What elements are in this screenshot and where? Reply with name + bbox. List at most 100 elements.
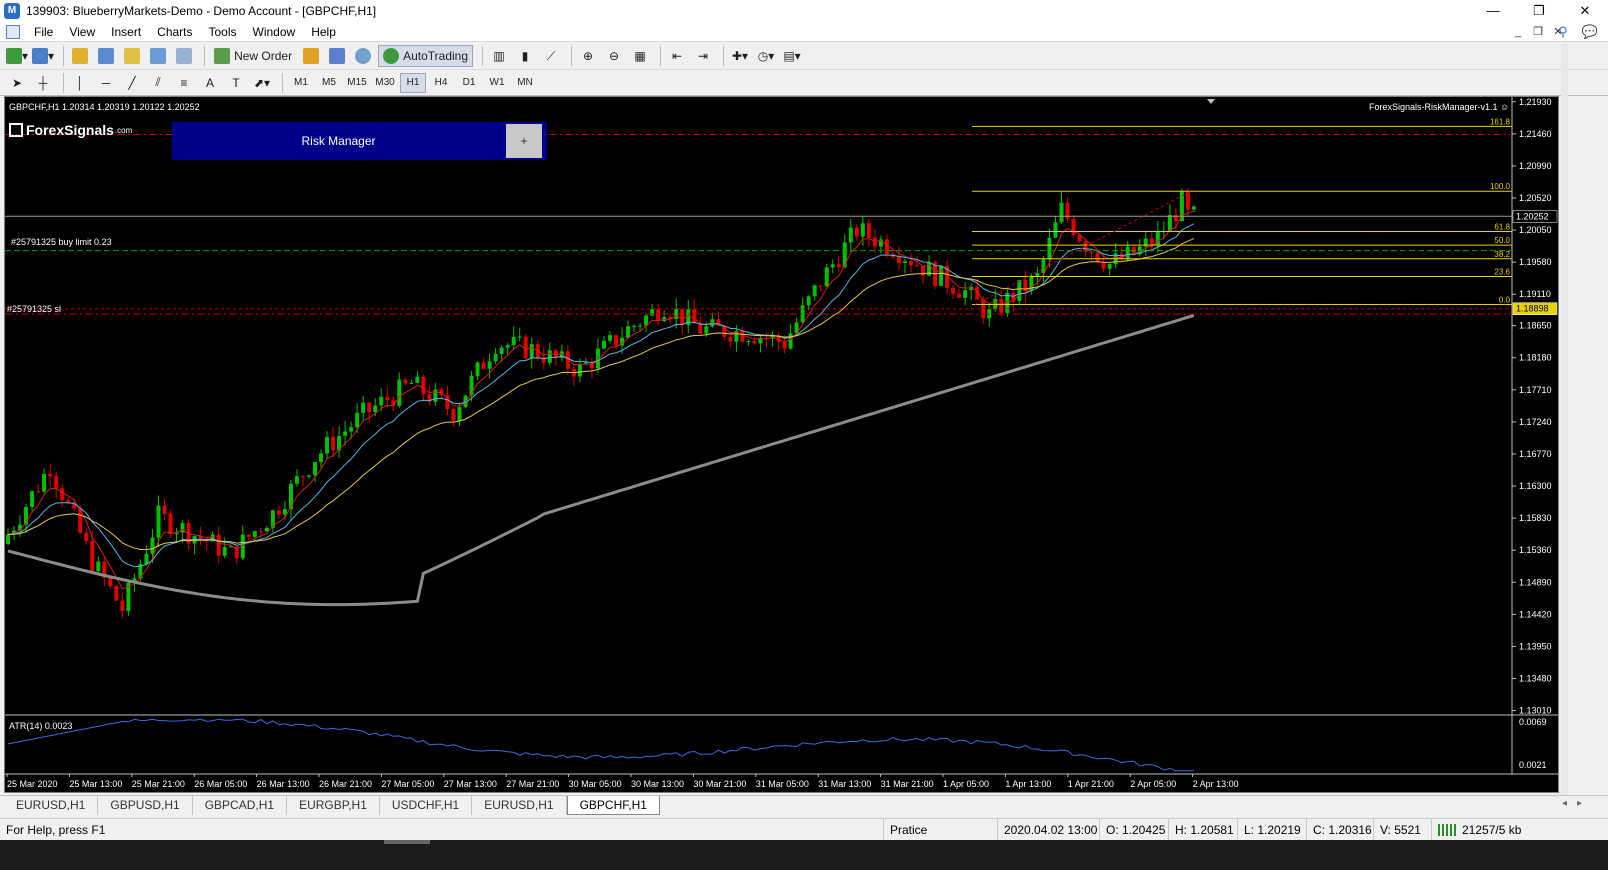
candle-body: [451, 409, 456, 421]
time-tick-label: 30 Mar 05:00: [569, 779, 622, 789]
signals-icon[interactable]: [352, 45, 374, 67]
equidistant-channel-icon[interactable]: ⫽: [147, 72, 169, 94]
text-icon[interactable]: A: [199, 72, 221, 94]
menu-view[interactable]: View: [61, 25, 103, 39]
candle-body: [1107, 263, 1112, 269]
tab-eurusd-h1[interactable]: EURUSD,H1: [4, 796, 99, 815]
templates-button[interactable]: ▤▾: [781, 45, 803, 67]
metaeditor-icon[interactable]: [300, 45, 322, 67]
time-tick-label: 30 Mar 21:00: [693, 779, 746, 789]
menu-charts[interactable]: Charts: [149, 25, 200, 39]
profiles-button[interactable]: ▾: [32, 45, 54, 67]
text-label-icon[interactable]: T: [225, 72, 247, 94]
chart-canvas[interactable]: 1.21930 1.21460 1.20990 1.20520 1.20050 1.195…: [5, 97, 1560, 794]
candle-body: [692, 309, 697, 324]
tab-eurgbp-h1[interactable]: EURGBP,H1: [287, 796, 380, 815]
timeframe-h4[interactable]: H4: [428, 73, 454, 93]
line-chart-icon[interactable]: ⟋: [540, 45, 562, 67]
strategy-tester-icon[interactable]: [173, 45, 195, 67]
mdi-restore-button[interactable]: ❐: [1528, 22, 1548, 42]
navigator-icon[interactable]: [121, 45, 143, 67]
indicators-button[interactable]: ✚▾: [729, 45, 751, 67]
mdi-minimize-button[interactable]: _: [1508, 22, 1528, 42]
new-order-button[interactable]: New Order: [210, 45, 296, 67]
candle-body: [638, 325, 643, 327]
timeframe-m1[interactable]: M1: [288, 73, 314, 93]
time-tick-label: 26 Mar 13:00: [257, 779, 310, 789]
menu-window[interactable]: Window: [245, 25, 304, 39]
tab-gbpchf-h1[interactable]: GBPCHF,H1: [566, 796, 660, 815]
candle-body: [788, 333, 793, 349]
candle-body: [108, 577, 113, 587]
chart-window[interactable]: 1.21930 1.21460 1.20990 1.20520 1.20050 1.195…: [4, 96, 1560, 794]
experts-icon[interactable]: [326, 45, 348, 67]
new-chart-button[interactable]: ▾: [6, 45, 28, 67]
candle-body: [313, 462, 318, 476]
menu-file[interactable]: File: [26, 25, 61, 39]
candle-body: [379, 396, 384, 406]
zoom-out-icon[interactable]: ⊖: [603, 45, 625, 67]
zoom-in-icon[interactable]: ⊕: [577, 45, 599, 67]
horizontal-line-icon[interactable]: ─: [95, 72, 117, 94]
chart-shift-icon[interactable]: ⇥: [692, 45, 714, 67]
candle-body: [487, 361, 492, 369]
candle-body: [258, 531, 263, 533]
chat-icon[interactable]: 💬: [1582, 24, 1598, 40]
fib-level-label: 61.8: [1494, 222, 1510, 231]
chart-header: GBPCHF,H1 1.20314 1.20319 1.20122 1.2025…: [9, 102, 200, 112]
price-tick-label: 1.14890: [1519, 577, 1552, 587]
terminal-icon[interactable]: [147, 45, 169, 67]
menu-help[interactable]: Help: [303, 25, 344, 39]
search-icon[interactable]: ⚲: [1558, 24, 1568, 40]
cursor-icon[interactable]: ➤: [6, 72, 28, 94]
timeframe-m15[interactable]: M15: [344, 73, 370, 93]
buy-limit-order-label[interactable]: #25791325 buy limit 0.23: [11, 237, 112, 247]
price-tick-label: 1.13950: [1519, 641, 1552, 651]
taskbar-scroll-thumb[interactable]: [384, 840, 430, 844]
stop-loss-label[interactable]: #25791325 sl: [7, 304, 61, 314]
tab-scroll-arrows[interactable]: ◂▸: [1562, 798, 1592, 809]
maximize-button[interactable]: ❐: [1516, 0, 1562, 22]
candle-body: [282, 509, 287, 515]
candle-body: [1089, 251, 1094, 253]
tab-eurusd-h1-2[interactable]: EURUSD,H1: [472, 796, 567, 815]
close-button[interactable]: ✕: [1562, 0, 1608, 22]
menu-tools[interactable]: Tools: [201, 25, 245, 39]
periods-button[interactable]: ◷▾: [755, 45, 777, 67]
vertical-line-icon[interactable]: │: [69, 72, 91, 94]
crosshair-icon[interactable]: ┼: [32, 72, 54, 94]
chart-document-icon[interactable]: [6, 24, 20, 39]
candle-body: [698, 323, 703, 334]
timeframe-m30[interactable]: M30: [372, 73, 398, 93]
tab-gbpcad-h1[interactable]: GBPCAD,H1: [193, 796, 288, 815]
candlestick-icon[interactable]: ▮: [514, 45, 536, 67]
risk-manager-expand-button[interactable]: +: [506, 124, 542, 158]
timeframe-m5[interactable]: M5: [316, 73, 342, 93]
timeframe-w1[interactable]: W1: [484, 73, 510, 93]
auto-scroll-icon[interactable]: ⇤: [666, 45, 688, 67]
timeframe-h1[interactable]: H1: [400, 72, 426, 93]
menu-insert[interactable]: Insert: [103, 25, 149, 39]
minimize-button[interactable]: —: [1470, 0, 1516, 22]
tab-gbpusd-h1[interactable]: GBPUSD,H1: [98, 796, 193, 815]
time-tick-label: 27 Mar 13:00: [444, 779, 497, 789]
timeframe-mn[interactable]: MN: [512, 73, 538, 93]
trendline-icon[interactable]: ╱: [121, 72, 143, 94]
candle-body: [319, 453, 324, 463]
fibonacci-icon[interactable]: ≡: [173, 72, 195, 94]
tab-usdchf-h1[interactable]: USDCHF,H1: [380, 796, 473, 815]
bar-chart-icon[interactable]: ▥: [488, 45, 510, 67]
candle-body: [361, 402, 366, 413]
arrows-icon[interactable]: ⬈▾: [251, 72, 273, 94]
status-high: H: 1.20581: [1169, 818, 1238, 841]
risk-manager-button[interactable]: Risk Manager: [172, 122, 505, 160]
timeframe-d1[interactable]: D1: [456, 73, 482, 93]
autotrading-button[interactable]: AutoTrading: [378, 45, 474, 67]
candle-body: [896, 256, 901, 263]
candle-body: [421, 376, 426, 395]
market-watch-icon[interactable]: [69, 45, 91, 67]
tile-windows-icon[interactable]: ▦: [629, 45, 651, 67]
candle-body: [957, 293, 962, 298]
data-window-icon[interactable]: [95, 45, 117, 67]
candle-body: [84, 532, 89, 541]
